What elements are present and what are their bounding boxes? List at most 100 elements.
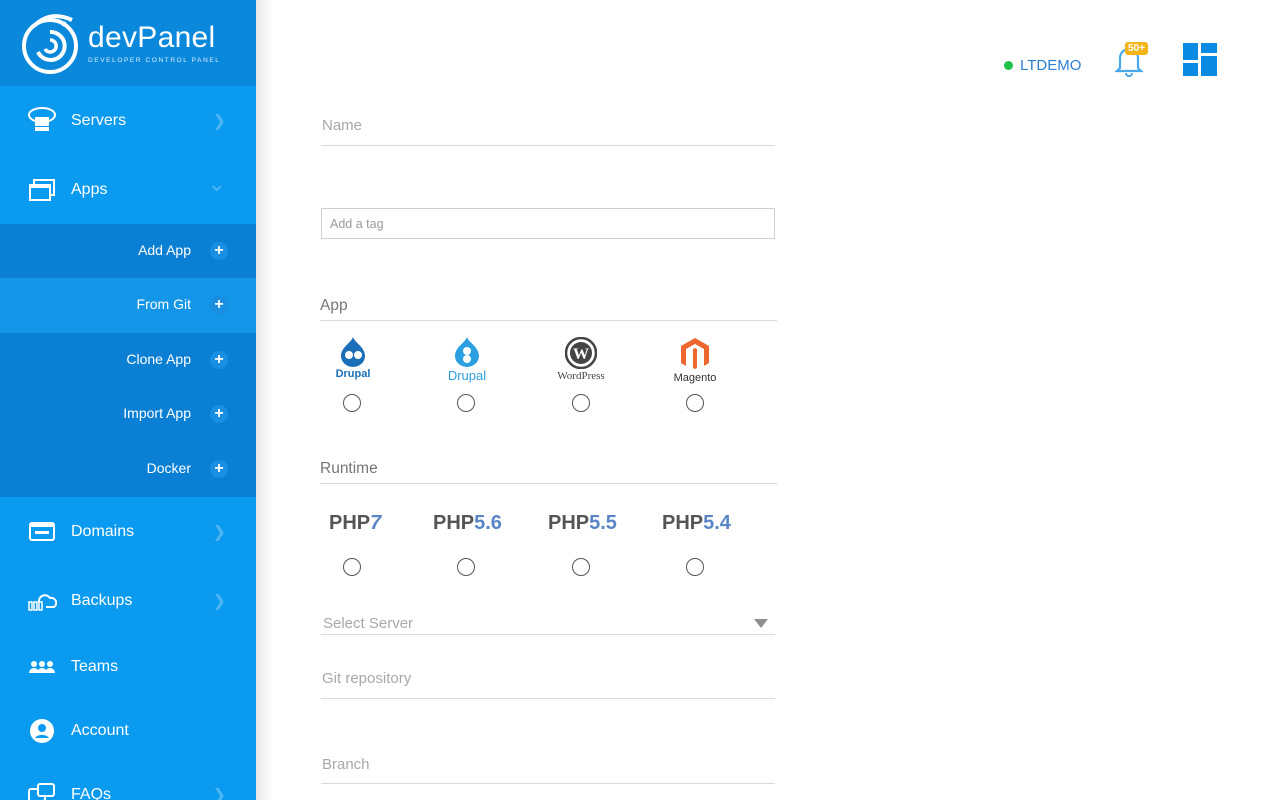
brand-name: devPanel	[88, 20, 216, 54]
drupal-8-radio[interactable]	[457, 394, 475, 412]
drupal-8-drop-icon	[455, 337, 479, 367]
chevron-right-icon: ❯	[212, 787, 226, 800]
sidebar-shadow	[256, 0, 274, 800]
wordpress-icon: W	[565, 337, 597, 369]
chameleon-logo-icon	[22, 14, 78, 74]
sidebar-item-teams[interactable]: Teams	[0, 635, 256, 699]
magento-logo[interactable]: Magento	[660, 337, 730, 387]
submenu-item-docker[interactable]: Docker +	[0, 442, 256, 497]
submenu-item-label: Docker	[146, 460, 191, 476]
dashboard-layout-icon[interactable]	[1183, 43, 1217, 76]
runtime-section-title: Runtime	[320, 460, 777, 484]
dropdown-arrow-icon[interactable]	[754, 619, 768, 628]
chevron-right-icon: ❯	[212, 112, 226, 130]
wordpress-logo[interactable]: W WordPress	[546, 337, 616, 387]
php-version: 5.6	[474, 512, 502, 534]
app-section-label: App	[320, 297, 348, 314]
tag-input[interactable]: Add a tag	[321, 208, 775, 239]
php-5-6-radio[interactable]	[457, 558, 475, 576]
browser-window-icon	[27, 519, 57, 545]
app-caption: Drupal	[447, 368, 487, 383]
tag-placeholder: Add a tag	[330, 217, 384, 231]
php-prefix: PHP	[433, 512, 475, 534]
plus-icon: +	[210, 460, 228, 478]
chevron-right-icon: ❯	[212, 523, 226, 541]
magento-radio[interactable]	[686, 394, 704, 412]
drupal-drop-icon	[341, 337, 365, 367]
php-prefix: PHP	[662, 512, 704, 534]
drupal-7-radio[interactable]	[343, 394, 361, 412]
magento-icon	[681, 338, 709, 369]
php-version: 5.5	[589, 512, 617, 534]
app-caption: Magento	[673, 372, 717, 384]
php-version: 5.4	[703, 512, 731, 534]
app-section-title: App	[320, 297, 777, 321]
app-caption: Drupal	[335, 368, 371, 380]
sidebar-item-backups[interactable]: Backups ❯	[0, 566, 256, 635]
sidebar-item-apps[interactable]: Apps ⌄	[0, 155, 256, 224]
name-placeholder: Name	[322, 117, 363, 134]
app-caption: WordPress	[557, 370, 605, 382]
php-7-radio[interactable]	[343, 558, 361, 576]
php-5-4-radio[interactable]	[686, 558, 704, 576]
notification-badge: 50+	[1125, 42, 1148, 55]
sidebar-item-label: Account	[71, 722, 129, 739]
sidebar-item-label: Backups	[71, 591, 133, 609]
plus-icon: +	[210, 242, 228, 260]
php-prefix: PHP	[329, 512, 371, 534]
chat-help-icon	[27, 782, 57, 800]
sidebar-item-faqs[interactable]: FAQs ❯	[0, 763, 256, 800]
plus-icon: +	[210, 296, 228, 314]
php-prefix: PHP	[548, 512, 590, 534]
submenu-item-add-app[interactable]: Add App +	[0, 224, 256, 278]
svg-text:W: W	[573, 346, 589, 363]
user-circle-icon	[27, 718, 57, 744]
runtime-section-label: Runtime	[320, 460, 378, 477]
cloud-backup-icon	[27, 588, 57, 614]
logo-text: devPanel DEVELOPER CONTROL PANEL	[88, 20, 221, 64]
windows-icon	[27, 177, 57, 203]
chevron-right-icon: ❯	[212, 592, 226, 610]
team-icon	[27, 654, 57, 680]
git-repository-placeholder: Git repository	[322, 670, 412, 687]
php-version: 7	[370, 512, 382, 534]
sidebar-item-label: Domains	[71, 522, 135, 540]
logo[interactable]: devPanel DEVELOPER CONTROL PANEL	[0, 0, 256, 86]
branch-placeholder: Branch	[322, 756, 370, 773]
server-select[interactable]: Select Server	[321, 615, 775, 635]
submenu-item-label: Add App	[138, 242, 191, 258]
sidebar-item-domains[interactable]: Domains ❯	[0, 497, 256, 566]
git-repository-input[interactable]: Git repository	[321, 670, 775, 699]
submenu-item-import-app[interactable]: Import App +	[0, 387, 256, 442]
apps-submenu: Add App + From Git + Clone App + Import …	[0, 224, 256, 497]
name-input[interactable]: Name	[321, 117, 775, 146]
branch-input[interactable]: Branch	[321, 756, 775, 784]
plus-icon: +	[210, 351, 228, 369]
account-name: LTDEMO	[1020, 57, 1082, 74]
submenu-item-label: From Git	[136, 296, 191, 312]
online-status-dot	[1004, 61, 1013, 70]
php-5-5-logo[interactable]: PHP5.5	[548, 512, 617, 535]
sidebar-item-label: FAQs	[71, 786, 112, 800]
sidebar-item-account[interactable]: Account	[0, 699, 256, 763]
php-5-5-radio[interactable]	[572, 558, 590, 576]
plus-icon: +	[210, 405, 228, 423]
drupal-8-logo[interactable]: Drupal	[432, 335, 502, 385]
server-select-placeholder: Select Server	[323, 615, 414, 632]
php-5-4-logo[interactable]: PHP5.4	[662, 512, 731, 535]
brand-tagline: DEVELOPER CONTROL PANEL	[88, 56, 221, 64]
account-status[interactable]: LTDEMO	[1004, 57, 1081, 74]
sidebar-item-label: Teams	[71, 658, 119, 675]
wordpress-radio[interactable]	[572, 394, 590, 412]
drupal-7-logo[interactable]: Drupal	[318, 335, 388, 385]
chevron-down-icon: ⌄	[207, 171, 226, 196]
php-7-logo[interactable]: PHP7	[329, 512, 381, 535]
sidebar-item-label: Servers	[71, 111, 127, 129]
server-icon	[27, 106, 57, 134]
submenu-item-from-git[interactable]: From Git +	[0, 278, 256, 333]
php-5-6-logo[interactable]: PHP5.6	[433, 512, 502, 535]
submenu-item-clone-app[interactable]: Clone App +	[0, 333, 256, 387]
sidebar-item-servers[interactable]: Servers ❯	[0, 86, 256, 155]
sidebar: devPanel DEVELOPER CONTROL PANEL Servers…	[0, 0, 256, 800]
sidebar-item-label: Apps	[71, 180, 108, 198]
